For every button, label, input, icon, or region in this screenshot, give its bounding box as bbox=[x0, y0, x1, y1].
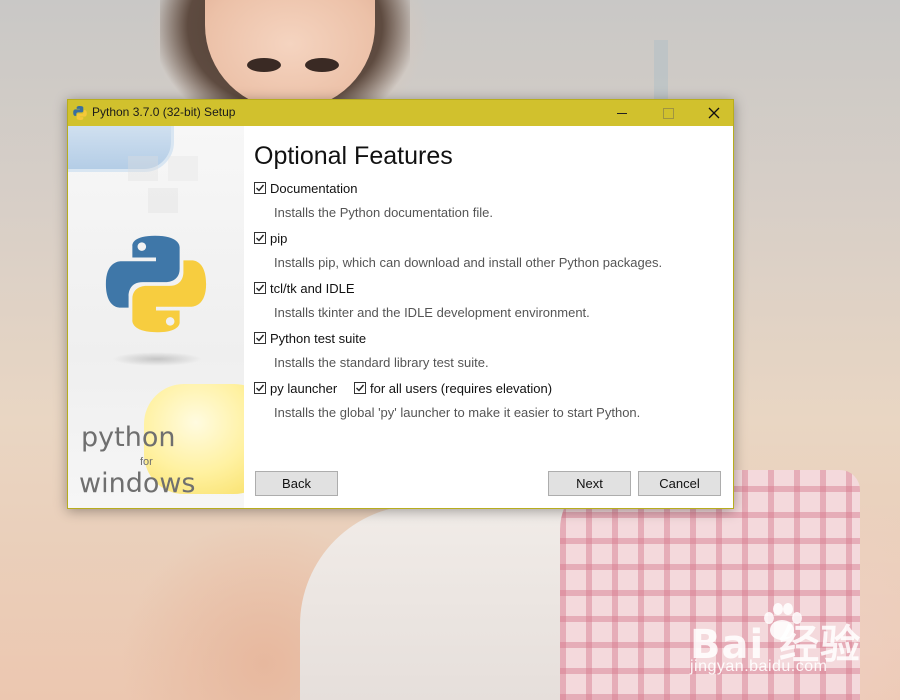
tcltk-idle-checkbox[interactable] bbox=[254, 282, 266, 294]
test-suite-label[interactable]: Python test suite bbox=[270, 331, 366, 346]
python-setup-icon bbox=[72, 105, 88, 121]
banner-pattern bbox=[128, 156, 238, 216]
tcltk-idle-label[interactable]: tcl/tk and IDLE bbox=[270, 281, 355, 296]
close-icon bbox=[708, 107, 720, 119]
checkmark-icon bbox=[256, 234, 265, 242]
documentation-description: Installs the Python documentation file. bbox=[274, 205, 493, 220]
documentation-label[interactable]: Documentation bbox=[270, 181, 357, 196]
features-panel: Optional Features Documentation Installs… bbox=[254, 126, 733, 508]
test-suite-description: Installs the standard library test suite… bbox=[274, 355, 489, 370]
py-launcher-label[interactable]: py launcher bbox=[270, 381, 337, 396]
brand-python-text: python bbox=[81, 422, 176, 453]
pip-description: Installs pip, which can download and ins… bbox=[274, 255, 663, 270]
background-eye-left bbox=[247, 58, 281, 72]
tcltk-idle-description: Installs tkinter and the IDLE developmen… bbox=[274, 305, 590, 320]
python-logo-icon bbox=[105, 235, 207, 333]
baidu-watermark: Bai 经验 jingyan.baidu.com bbox=[690, 600, 890, 690]
window-title: Python 3.7.0 (32-bit) Setup bbox=[92, 105, 236, 119]
brand-for-text: for bbox=[140, 456, 153, 468]
back-button[interactable]: Back bbox=[255, 471, 338, 496]
installer-banner: python for windows bbox=[68, 126, 244, 508]
py-launcher-description: Installs the global 'py' launcher to mak… bbox=[274, 405, 641, 420]
minimize-button[interactable] bbox=[599, 100, 645, 126]
logo-shadow bbox=[112, 352, 202, 366]
cancel-button[interactable]: Cancel bbox=[638, 471, 721, 496]
checkmark-icon bbox=[256, 184, 265, 192]
py-launcher-checkbox[interactable] bbox=[254, 382, 266, 394]
background-eye-right bbox=[305, 58, 339, 72]
pip-label[interactable]: pip bbox=[270, 231, 287, 246]
setup-window: Python 3.7.0 (32-bit) Setup python for w… bbox=[67, 99, 734, 509]
close-button[interactable] bbox=[691, 100, 737, 126]
documentation-checkbox[interactable] bbox=[254, 182, 266, 194]
test-suite-checkbox[interactable] bbox=[254, 332, 266, 344]
watermark-url: jingyan.baidu.com bbox=[690, 658, 828, 675]
checkmark-icon bbox=[256, 284, 265, 292]
maximize-button[interactable] bbox=[645, 100, 691, 126]
pip-checkbox[interactable] bbox=[254, 232, 266, 244]
baidu-paw-icon bbox=[764, 603, 802, 640]
all-users-label[interactable]: for all users (requires elevation) bbox=[370, 381, 552, 396]
checkmark-icon bbox=[256, 334, 265, 342]
checkmark-icon bbox=[356, 384, 365, 392]
all-users-checkbox[interactable] bbox=[354, 382, 366, 394]
brand-windows-text: windows bbox=[79, 468, 196, 499]
checkmark-icon bbox=[256, 384, 265, 392]
background-tower bbox=[654, 40, 668, 100]
title-bar[interactable]: Python 3.7.0 (32-bit) Setup bbox=[68, 100, 733, 126]
next-button[interactable]: Next bbox=[548, 471, 631, 496]
page-title: Optional Features bbox=[254, 142, 453, 170]
